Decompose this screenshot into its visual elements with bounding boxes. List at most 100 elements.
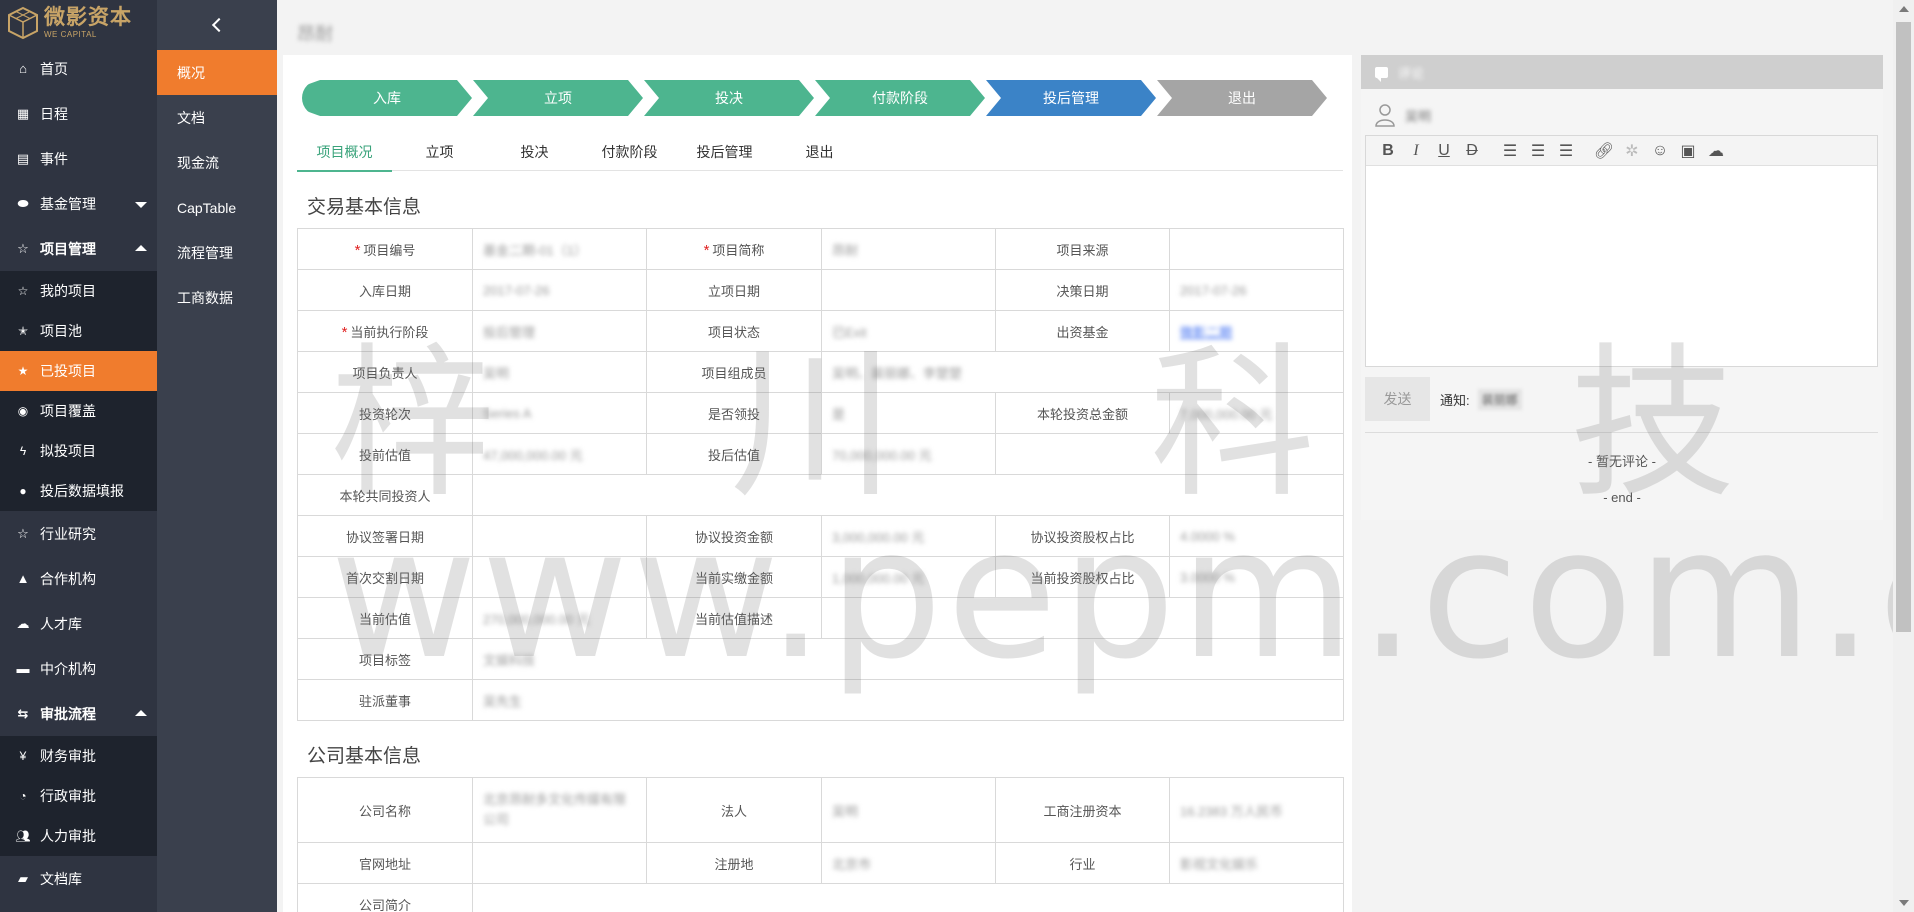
comment-user-name: 吴明 [1405, 108, 1432, 124]
sidebar-item-partners[interactable]: ▲ 合作机构 [0, 556, 157, 601]
folder-icon: ▰ [18, 870, 28, 886]
sidebar-subitem-admin-approval[interactable]: ◔ 行政审批 [0, 776, 157, 816]
page-scrollbar[interactable] [1893, 0, 1914, 912]
subnav-item-business-data[interactable]: 工商数据 [157, 275, 277, 320]
users-icon: 👥︎ [15, 829, 31, 843]
field-label: 协议投资股权占比 [995, 515, 1170, 557]
sidebar-item-label: 审批流程 [40, 705, 96, 722]
sidebar-item-label: 行业研究 [40, 525, 96, 542]
subnav-item-captable[interactable]: CapTable [157, 185, 277, 230]
brand-logo[interactable]: 微影资本 WE CAPITAL [0, 0, 157, 46]
step-setup[interactable]: 立项 [473, 80, 643, 116]
sidebar-subitem-planned-projects[interactable]: ϟ 拟投项目 [0, 431, 157, 471]
bold-icon[interactable]: B [1374, 138, 1402, 164]
emoji-icon[interactable]: ☺ [1646, 138, 1674, 164]
car-icon: ▬ [16, 661, 30, 676]
field-sign-date [472, 515, 647, 557]
sidebar-item-calendar[interactable]: ▦ 日程 [0, 91, 157, 136]
sidebar-item-approval-flow[interactable]: ⇆ 审批流程 [0, 691, 157, 736]
subnav-item-process[interactable]: 流程管理 [157, 230, 277, 275]
sidebar-item-label: 首页 [40, 60, 68, 77]
pie-icon: ◔ [19, 789, 27, 803]
underline-icon[interactable]: U [1430, 138, 1458, 164]
sidebar-item-project-management[interactable]: ☆ 项目管理 [0, 226, 157, 271]
italic-icon[interactable]: I [1402, 138, 1430, 164]
link-icon[interactable]: 🔗︎ [1590, 138, 1618, 164]
collapse-sidebar-button[interactable] [157, 0, 277, 50]
sidebar-subitem-label: 项目池 [40, 323, 82, 339]
sidebar-item-fund-management[interactable]: ⬬ 基金管理 [0, 181, 157, 226]
sidebar-subitem-label: 投后数据填报 [40, 483, 124, 499]
unlink-icon[interactable]: ✲ [1618, 138, 1646, 164]
required-mark: * [341, 323, 348, 341]
tab-post-investment[interactable]: 投后管理 [677, 133, 772, 171]
required-mark: * [703, 241, 710, 259]
send-button[interactable]: 发送 [1365, 377, 1430, 421]
tab-overview[interactable]: 项目概况 [297, 133, 392, 172]
step-post-investment[interactable]: 投后管理 [986, 80, 1156, 116]
sidebar-subitem-post-invest-data[interactable]: ● 投后数据填报 [0, 471, 157, 511]
step-exit[interactable]: 退出 [1157, 80, 1327, 116]
sidebar-subitem-finance-approval[interactable]: ¥ 财务审批 [0, 736, 157, 776]
tab-decision[interactable]: 投决 [487, 133, 582, 171]
field-company-intro [472, 883, 1344, 912]
subnav-item-documents[interactable]: 文档 [157, 95, 277, 140]
sidebar-item-talent-pool[interactable]: ☁ 人才库 [0, 601, 157, 646]
yen-icon: ¥ [19, 749, 27, 763]
field-entry-date: 2017-07-26 [472, 269, 647, 311]
scroll-down-icon[interactable] [1899, 900, 1909, 906]
trade-info-table: * 项目编号 基金二期-01（1） * 项目简称 昂耐 项目来源 入库日期 2017… [297, 228, 1344, 721]
sidebar-item-document-library[interactable]: ▰ 文档库 [0, 856, 157, 901]
sidebar-item-home[interactable]: ⌂ 首页 [0, 46, 157, 91]
strikethrough-icon[interactable]: D [1458, 138, 1486, 164]
field-lead-investor: 是 [821, 392, 996, 434]
field-project-code: 基金二期-01（1） [472, 228, 647, 270]
step-decision[interactable]: 投决 [644, 80, 814, 116]
exchange-icon: ⇆ [17, 705, 29, 721]
image-icon[interactable]: ▣ [1674, 138, 1702, 164]
sidebar-item-label: 中介机构 [40, 660, 96, 677]
field-fund-link[interactable]: 微影二期 [1169, 310, 1344, 352]
sidebar-item-events[interactable]: ▤ 事件 [0, 136, 157, 181]
main-panel: 入库 立项 投决 付款阶段 投后管理 退出 项目概况 立项 投决 付款阶段 投后… [283, 55, 1352, 912]
field-label: 当前估值描述 [646, 597, 822, 639]
field-label: 是否领投 [646, 392, 822, 434]
subnav-item-cashflow[interactable]: 现金流 [157, 140, 277, 185]
scroll-up-icon[interactable] [1899, 6, 1909, 12]
subnav-item-overview[interactable]: 概况 [157, 50, 277, 95]
field-label: 项目负责人 [297, 351, 473, 393]
table-row: 投资轮次 Series A 是否领投 是 本轮投资总金额 7,000,000.0… [297, 392, 1344, 434]
upload-cloud-icon[interactable]: ☁ [1702, 138, 1730, 164]
tab-payment[interactable]: 付款阶段 [582, 133, 677, 171]
field-label: 入库日期 [297, 269, 473, 311]
field-label: 公司名称 [297, 777, 473, 843]
comment-editor[interactable]: B I U D ☰ ☰ ☰ 🔗︎ ✲ ☺ ▣ ☁ [1365, 135, 1878, 367]
align-left-icon[interactable]: ☰ [1496, 138, 1524, 164]
sidebar-item-agencies[interactable]: ▬ 中介机构 [0, 646, 157, 691]
sidebar-item-label: 事件 [40, 150, 68, 167]
table-row: 协议签署日期 协议投资金额 3,000,000.00 元 协议投资股权占比 4.… [297, 515, 1344, 557]
chevron-up-icon [135, 244, 147, 251]
sidebar-subitem-invested-projects[interactable]: ★ 已投项目 [0, 351, 157, 391]
sidebar-subitem-my-projects[interactable]: ☆ 我的项目 [0, 271, 157, 311]
scrollbar-thumb[interactable] [1896, 22, 1911, 632]
field-current-valuation: 270,000,000.00 元 [472, 597, 647, 639]
notify-user-tag[interactable]: 裴丽娜 [1477, 388, 1522, 410]
step-payment[interactable]: 付款阶段 [815, 80, 985, 116]
field-round-total: 7,000,000.00 元 [1169, 392, 1344, 434]
align-right-icon[interactable]: ☰ [1552, 138, 1580, 164]
sidebar-subitem-label: 行政审批 [40, 788, 96, 804]
sidebar-subitem-project-pool[interactable]: ✭ 项目池 [0, 311, 157, 351]
approval-submenu: ¥ 财务审批 ◔ 行政审批 👥︎ 人力审批 [0, 736, 157, 856]
tab-setup[interactable]: 立项 [392, 133, 487, 171]
align-center-icon[interactable]: ☰ [1524, 138, 1552, 164]
road-icon: ▲ [16, 571, 30, 586]
dot-circle-icon: ◉ [17, 404, 29, 418]
field-label: 出资基金 [995, 310, 1170, 352]
sidebar-subitem-hr-approval[interactable]: 👥︎ 人力审批 [0, 816, 157, 856]
field-label: 本轮共同投资人 [297, 474, 473, 516]
sidebar-subitem-project-coverage[interactable]: ◉ 项目覆盖 [0, 391, 157, 431]
step-entry[interactable]: 入库 [302, 80, 472, 116]
sidebar-item-industry-research[interactable]: ☆ 行业研究 [0, 511, 157, 556]
tab-exit[interactable]: 退出 [772, 133, 867, 171]
